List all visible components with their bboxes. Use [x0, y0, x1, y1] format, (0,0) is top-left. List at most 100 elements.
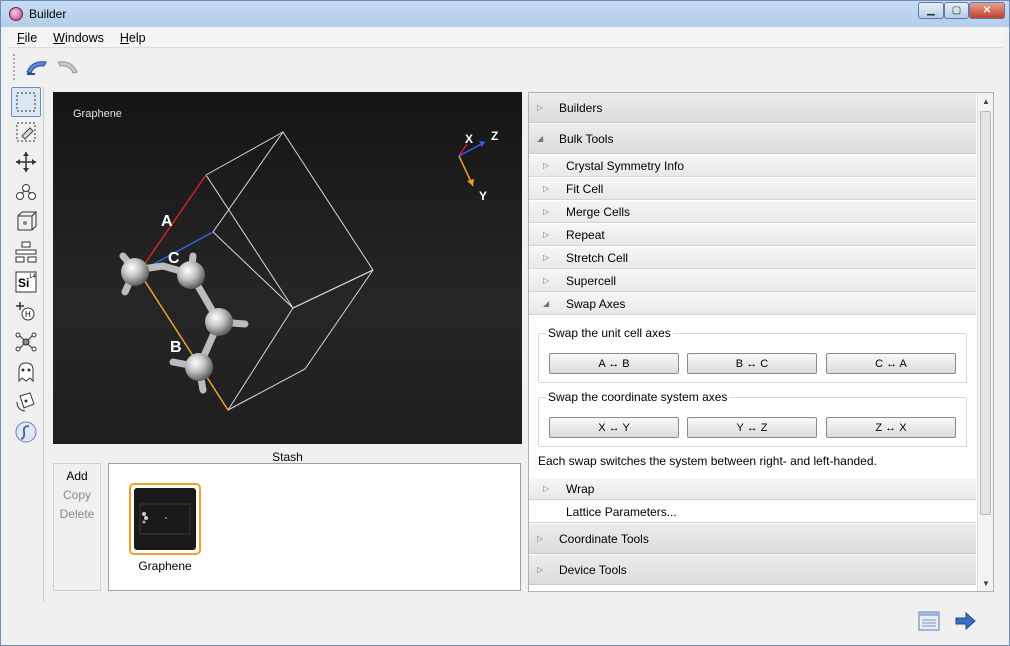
item-wrap-label: Wrap — [566, 481, 595, 496]
item-swap-axes-label: Swap Axes — [566, 296, 626, 311]
item-supercell[interactable]: ▷ Supercell — [529, 270, 976, 292]
toolbar-grip[interactable] — [13, 54, 16, 80]
item-lattice-parameters-label: Lattice Parameters... — [566, 504, 677, 519]
stash-item[interactable]: Graphene — [129, 483, 201, 573]
maximize-button[interactable]: ▢ — [944, 2, 969, 19]
item-crystal-symmetry[interactable]: ▷ Crystal Symmetry Info — [529, 155, 976, 177]
item-stretch-cell[interactable]: ▷ Stretch Cell — [529, 247, 976, 269]
stash-thumbnail[interactable] — [129, 483, 201, 555]
item-fit-cell-label: Fit Cell — [566, 181, 604, 196]
atom-4 — [185, 353, 213, 381]
expand-icon: ▷ — [543, 230, 550, 239]
tool-select-tag[interactable] — [11, 117, 41, 147]
expand-icon: ▷ — [543, 161, 550, 170]
tool-cell[interactable] — [11, 207, 41, 237]
swap-b-c-button[interactable]: B ↔ C — [687, 353, 817, 374]
menu-windows[interactable]: Windows — [45, 31, 112, 45]
expand-icon: ▷ — [537, 103, 544, 112]
item-stretch-cell-label: Stretch Cell — [566, 250, 629, 265]
tool-add-hydrogen[interactable]: H — [11, 297, 41, 327]
item-fit-cell[interactable]: ▷ Fit Cell — [529, 178, 976, 200]
swap-unit-cell-title: Swap the unit cell axes — [546, 326, 673, 340]
swap-z-x-button[interactable]: Z ↔ X — [826, 417, 956, 438]
title-bar[interactable]: Builder ▁ ▢ ✕ — [1, 1, 1009, 27]
item-wrap[interactable]: ▷ Wrap — [529, 478, 976, 500]
window-title: Builder — [29, 7, 67, 21]
menu-file-accel: F — [17, 30, 25, 45]
axis-z-label: Z — [491, 129, 498, 143]
item-supercell-label: Supercell — [566, 273, 617, 288]
tools-panel: ▷ Builders ◢ Bulk Tools ▷ Crystal Symmetry … — [528, 92, 994, 592]
atom-2 — [177, 261, 205, 289]
next-button[interactable] — [952, 607, 978, 635]
molecule-icon — [16, 184, 36, 200]
network-icon — [15, 332, 37, 352]
item-merge-cells[interactable]: ▷ Merge Cells — [529, 201, 976, 223]
undo-button[interactable] — [22, 54, 52, 80]
silicon-element-icon: Si 14 — [15, 271, 37, 293]
tool-element[interactable]: Si 14 — [11, 267, 41, 297]
close-button[interactable]: ✕ — [969, 2, 1005, 19]
scroll-down-icon[interactable]: ▼ — [982, 579, 990, 588]
swap-y-z-button[interactable]: Y ↔ Z — [687, 417, 817, 438]
minimize-button[interactable]: ▁ — [918, 2, 944, 19]
stash-area[interactable]: Graphene — [108, 463, 521, 591]
python-script-icon — [15, 421, 37, 443]
select-tag-icon — [16, 122, 36, 142]
swap-unit-cell-group: Swap the unit cell axes A ↔ B B ↔ C C ↔ … — [538, 326, 967, 383]
3d-viewer[interactable]: Graphene A C B X Z Y — [53, 92, 522, 444]
axis-y-label: Y — [479, 189, 487, 203]
section-bulk-tools[interactable]: ◢ Bulk Tools — [529, 124, 976, 154]
rotate-cell-icon — [16, 392, 35, 412]
swap-x-y-button[interactable]: X ↔ Y — [549, 417, 679, 438]
section-device-tools-label: Device Tools — [559, 562, 627, 577]
tool-select-rect[interactable] — [11, 87, 41, 117]
item-lattice-parameters[interactable]: Lattice Parameters... — [529, 501, 976, 523]
tool-bond[interactable] — [11, 177, 41, 207]
menu-file[interactable]: File — [9, 31, 45, 45]
menu-help-label: elp — [128, 30, 146, 45]
swap-c-a-button[interactable]: C ↔ A — [826, 353, 956, 374]
axis-x-label: X — [465, 132, 473, 146]
item-repeat[interactable]: ▷ Repeat — [529, 224, 976, 246]
item-merge-cells-label: Merge Cells — [566, 204, 631, 219]
vector-b-line — [138, 271, 229, 411]
panel-icon — [918, 611, 940, 631]
atom-3 — [205, 308, 233, 336]
tool-ghost[interactable] — [11, 357, 41, 387]
swap-a-b-button[interactable]: A ↔ B — [549, 353, 679, 374]
expand-icon: ▷ — [543, 207, 550, 216]
collapse-icon: ◢ — [543, 299, 550, 308]
add-hydrogen-icon: H — [16, 302, 35, 321]
section-device-tools[interactable]: ▷ Device Tools — [529, 555, 976, 585]
expand-icon: ▷ — [543, 276, 550, 285]
atom-1 — [121, 258, 149, 286]
menu-help[interactable]: Help — [112, 31, 154, 45]
vector-b-label: B — [170, 339, 182, 356]
tool-hierarchy[interactable] — [11, 237, 41, 267]
arrow-right-icon — [955, 611, 976, 631]
redo-button[interactable] — [52, 54, 82, 80]
section-coordinate-tools[interactable]: ▷ Coordinate Tools — [529, 524, 976, 554]
menu-help-accel: H — [119, 30, 129, 45]
stash-actions: Add Copy Delete — [53, 463, 101, 591]
scroll-up-icon[interactable]: ▲ — [982, 97, 990, 106]
panel-button[interactable] — [916, 607, 942, 635]
item-crystal-symmetry-label: Crystal Symmetry Info — [566, 158, 685, 173]
section-builders[interactable]: ▷ Builders — [529, 93, 976, 123]
undo-icon — [26, 61, 47, 75]
item-swap-axes[interactable]: ◢ Swap Axes — [529, 293, 976, 315]
expand-icon: ▷ — [537, 565, 544, 574]
stash-thumbnail-image — [134, 488, 196, 550]
scrollbar-thumb[interactable] — [980, 111, 991, 515]
stash-copy-button[interactable]: Copy — [54, 486, 100, 505]
tool-move[interactable] — [11, 147, 41, 177]
tool-network[interactable] — [11, 327, 41, 357]
stash-add-button[interactable]: Add — [54, 467, 100, 486]
axis-triad: X Z Y — [458, 129, 498, 203]
tool-rotate-cell[interactable] — [11, 387, 41, 417]
stash-title: Stash — [272, 450, 303, 464]
stash-delete-button[interactable]: Delete — [54, 505, 100, 524]
tool-script[interactable] — [11, 417, 41, 447]
panel-scrollbar[interactable]: ▲ ▼ — [977, 93, 993, 591]
